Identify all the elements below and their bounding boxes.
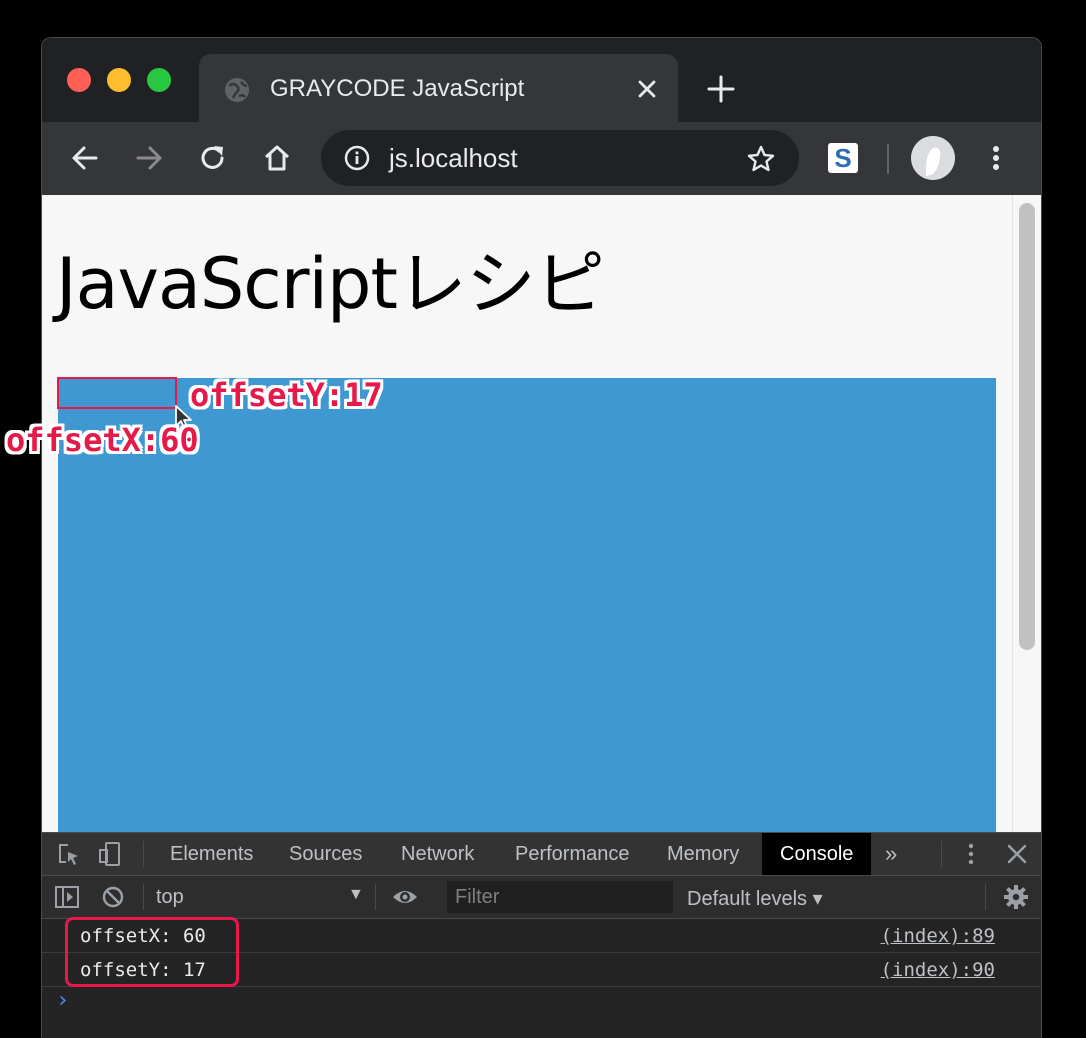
- offset-y-annotation: offsetY:17: [190, 376, 383, 414]
- tab-console[interactable]: Console: [762, 833, 872, 875]
- close-icon[interactable]: [633, 75, 661, 103]
- console-prompt[interactable]: ›: [56, 988, 69, 1013]
- devtools-separator: [985, 884, 986, 910]
- profile-icon[interactable]: [911, 136, 955, 180]
- gear-icon[interactable]: [1003, 884, 1029, 910]
- sidebar-icon[interactable]: [54, 884, 80, 910]
- tab-title: GRAYCODE JavaScript: [270, 75, 525, 102]
- device-icon[interactable]: [97, 841, 123, 867]
- console-toolbar: top ▼ Default levels ▾: [42, 876, 1041, 919]
- browser-window: GRAYCODE JavaScript js.localhost S JavaS…: [41, 37, 1042, 1038]
- tab-memory[interactable]: Memory: [667, 833, 739, 875]
- tabs-overflow-button[interactable]: »: [885, 833, 897, 875]
- devtools-separator: [143, 841, 144, 867]
- globe-icon: [225, 78, 249, 102]
- plus-icon[interactable]: [706, 74, 736, 104]
- browser-toolbar: js.localhost S: [42, 122, 1041, 195]
- log-source-link[interactable]: (index):89: [881, 925, 995, 947]
- back-icon[interactable]: [69, 142, 101, 174]
- page-title: JavaScriptレシピ: [56, 243, 605, 325]
- devtools-separator: [143, 884, 144, 910]
- address-bar[interactable]: js.localhost: [321, 130, 799, 186]
- offset-x-annotation: offsetX:60: [6, 421, 199, 459]
- eye-icon[interactable]: [392, 884, 418, 910]
- tab-network[interactable]: Network: [401, 833, 474, 875]
- devtools-tabbar: Elements Sources Network Performance Mem…: [42, 833, 1041, 876]
- title-bar: GRAYCODE JavaScript: [42, 38, 1041, 122]
- console-highlight-box: [65, 917, 239, 987]
- clear-icon[interactable]: [100, 884, 126, 910]
- tab-performance[interactable]: Performance: [515, 833, 630, 875]
- more-vert-icon[interactable]: [986, 142, 1006, 174]
- browser-tab[interactable]: GRAYCODE JavaScript: [199, 54, 678, 122]
- home-icon[interactable]: [261, 142, 293, 174]
- maximize-window-button[interactable]: [147, 68, 171, 92]
- close-window-button[interactable]: [67, 68, 91, 92]
- log-source-link[interactable]: (index):90: [881, 959, 995, 981]
- close-icon[interactable]: [1004, 841, 1030, 867]
- inspect-icon[interactable]: [56, 842, 82, 868]
- toolbar-separator: [887, 144, 889, 174]
- devtools-separator: [375, 884, 376, 910]
- scrollbar-thumb[interactable]: [1019, 203, 1035, 650]
- minimize-window-button[interactable]: [107, 68, 131, 92]
- filter-input[interactable]: [447, 881, 673, 913]
- extension-s-icon[interactable]: S: [828, 143, 858, 173]
- reload-icon[interactable]: [197, 142, 229, 174]
- chevron-down-icon[interactable]: ▼: [348, 886, 364, 904]
- devtools-separator: [941, 841, 942, 867]
- more-vert-icon[interactable]: [958, 841, 984, 867]
- url-text[interactable]: js.localhost: [389, 143, 518, 173]
- context-selector[interactable]: top: [156, 886, 184, 909]
- log-levels-dropdown[interactable]: Default levels ▾: [687, 886, 823, 911]
- page-viewport: JavaScriptレシピ: [42, 195, 1041, 832]
- forward-icon[interactable]: [133, 142, 165, 174]
- info-icon[interactable]: [343, 144, 371, 172]
- offset-highlight-box: [57, 377, 177, 409]
- star-icon[interactable]: [746, 144, 776, 174]
- tab-elements[interactable]: Elements: [170, 833, 253, 875]
- tab-sources[interactable]: Sources: [289, 833, 362, 875]
- svg-text:S: S: [834, 143, 851, 173]
